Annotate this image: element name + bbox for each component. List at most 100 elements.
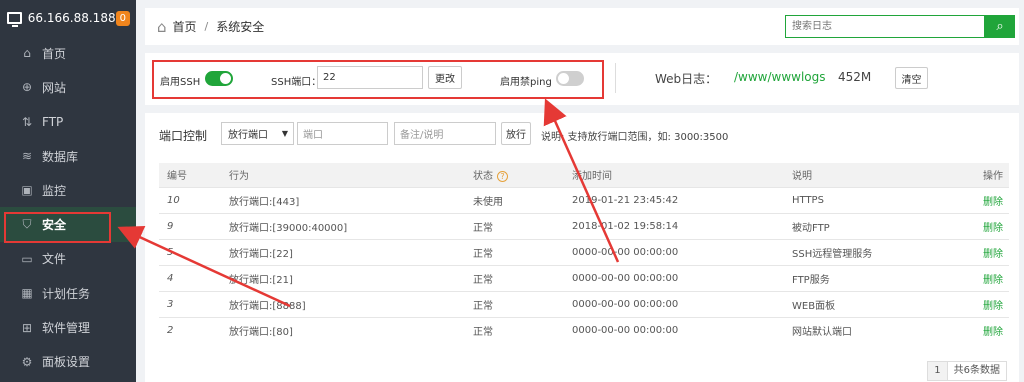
delete-link[interactable]: 删除 (983, 301, 1003, 312)
sidebar-item-label: 网站 (42, 80, 67, 95)
main-content: ⌂ 首页 / 系统安全 ⌕ 启用SSH SSH端口： 22 更改 启用禁ping… (145, 8, 1019, 382)
port-control-title: 端口控制 (159, 129, 208, 143)
ssh-toggle[interactable] (205, 71, 233, 86)
highlight-annotation-security (4, 212, 111, 243)
sidebar-item-label: 文件 (42, 252, 67, 267)
row-time: 0000-00-00 00:00:00 (564, 290, 784, 317)
pagination: 1 共6条数据 (927, 361, 1007, 381)
globe-icon: ⊕ (21, 80, 33, 95)
sidebar-item-folder[interactable]: ▭ 文件 (0, 242, 136, 276)
sidebar-item-home[interactable]: ⌂ 首页 (0, 36, 136, 70)
delete-link[interactable]: 删除 (983, 197, 1003, 208)
row-action: 放行端口:[22] (221, 238, 465, 265)
sidebar-item-label: 首页 (42, 46, 67, 61)
col-status: 状态? (465, 163, 564, 187)
breadcrumb-home[interactable]: 首页 (173, 18, 197, 35)
row-desc: WEB面板 (784, 290, 959, 317)
row-op: 删除 (959, 238, 1009, 265)
note-input[interactable]: 备注/说明 (394, 122, 496, 145)
notification-badge[interactable]: 0 (115, 10, 130, 26)
row-id: 3 (159, 290, 221, 317)
row-status: 正常 (465, 212, 564, 239)
col-desc: 说明 (792, 171, 812, 183)
table-row: 9 放行端口:[39000:40000] 正常 2018-01-02 19:58:14… (159, 212, 1009, 239)
row-status: 正常 (465, 290, 564, 317)
table-row: 4 放行端口:[21] 正常 0000-00-00 00:00:00 FTP服务 删除 (159, 264, 1009, 291)
row-desc: 网站默认端口 (784, 316, 959, 343)
server-header: 66.166.88.188 0 (0, 0, 136, 36)
row-time: 0000-00-00 00:00:00 (564, 316, 784, 343)
row-action: 放行端口:[443] (221, 186, 465, 213)
sidebar-item-label: 软件管理 (42, 321, 91, 336)
ftp-icon: ⇅ (21, 114, 33, 129)
row-time: 2018-01-02 19:58:14 (564, 212, 784, 239)
sidebar-item-calendar[interactable]: ▦ 计划任务 (0, 276, 136, 310)
breadcrumb-current: 系统安全 (216, 20, 265, 34)
sidebar-item-database[interactable]: ≋ 数据库 (0, 139, 136, 173)
sidebar-item-apps[interactable]: ⊞ 软件管理 (0, 310, 136, 344)
row-desc: FTP服务 (784, 264, 959, 291)
delete-link[interactable]: 删除 (983, 327, 1003, 338)
port-hint: 说明: 支持放行端口范围，如: 3000:3500 (541, 132, 729, 143)
weblog-path[interactable]: /www/wwwlogs (734, 70, 826, 84)
row-action: 放行端口:[39000:40000] (221, 212, 465, 239)
col-time: 添加时间 (572, 171, 612, 183)
row-op: 删除 (959, 186, 1009, 213)
page-number[interactable]: 1 (927, 361, 948, 381)
sidebar-item-ftp[interactable]: ⇅ FTP (0, 105, 136, 139)
row-op: 删除 (959, 264, 1009, 291)
table-row: 2 放行端口:[80] 正常 0000-00-00 00:00:00 网站默认端口 删除 (159, 316, 1009, 343)
action-select[interactable]: 放行端口 ▼ (221, 122, 294, 145)
search-icon: ⌕ (996, 19, 1004, 34)
ssh-port-label: SSH端口： (271, 77, 322, 88)
chevron-down-icon: ▼ (281, 129, 288, 138)
delete-link[interactable]: 删除 (983, 275, 1003, 286)
sidebar-item-globe[interactable]: ⊕ 网站 (0, 70, 136, 104)
search-input[interactable] (785, 15, 985, 38)
col-id: 编号 (167, 171, 187, 183)
row-desc: 被动FTP (784, 212, 959, 239)
col-status-label: 状态 (473, 171, 493, 183)
breadcrumb-separator: / (204, 20, 209, 33)
sidebar-item-gear[interactable]: ⚙ 面板设置 (0, 345, 136, 379)
table-row: 5 放行端口:[22] 正常 0000-00-00 00:00:00 SSH远程管理服务… (159, 238, 1009, 265)
allow-port-button[interactable]: 放行 (501, 122, 531, 145)
ssh-panel: 启用SSH SSH端口： 22 更改 启用禁ping Web日志： /www/w… (145, 53, 1019, 105)
sidebar-menu: ⌂ 首页 ⊕ 网站 ⇅ FTP ≋ 数据库 ▣ 监控 ⛉ 安全 ▭ 文件 ▦ 计划任务 ⊞ 软件管理 ⚙ 面板设置 (0, 36, 136, 379)
home-icon: ⌂ (23, 46, 31, 61)
delete-link[interactable]: 删除 (983, 223, 1003, 234)
row-desc: HTTPS (784, 186, 959, 213)
row-op: 删除 (959, 316, 1009, 343)
home-icon[interactable]: ⌂ (157, 18, 167, 36)
table-row: 3 放行端口:[8888] 正常 0000-00-00 00:00:00 WEB面板 删除 (159, 290, 1009, 317)
row-status: 正常 (465, 238, 564, 265)
ssh-enable-label: 启用SSH (160, 77, 201, 88)
row-desc: SSH远程管理服务 (784, 238, 959, 265)
divider (615, 63, 616, 93)
search-button[interactable]: ⌕ (985, 15, 1015, 38)
sidebar-item-monitor[interactable]: ▣ 监控 (0, 173, 136, 207)
row-id: 2 (159, 316, 221, 343)
ssh-port-input[interactable]: 22 (317, 66, 423, 89)
row-id: 4 (159, 264, 221, 291)
sidebar-item-label: 计划任务 (42, 286, 91, 301)
ping-label: 启用禁ping (500, 77, 552, 88)
col-op: 操作 (983, 171, 1003, 183)
row-id: 5 (159, 238, 221, 265)
row-op: 删除 (959, 212, 1009, 239)
table-row: 10 放行端口:[443] 未使用 2019-01-21 23:45:42 HTTPS 删… (159, 186, 1009, 213)
folder-icon: ▭ (21, 251, 33, 266)
row-status: 正常 (465, 264, 564, 291)
row-status: 未使用 (465, 186, 564, 213)
log-search: ⌕ (785, 15, 1015, 38)
clear-logs-button[interactable]: 清空 (895, 67, 928, 89)
port-input[interactable]: 端口 (297, 122, 388, 145)
ping-toggle[interactable] (556, 71, 584, 86)
port-control-panel: 端口控制 放行端口 ▼ 端口 备注/说明 放行 说明: 支持放行端口范围，如: … (145, 113, 1019, 382)
change-port-button[interactable]: 更改 (428, 66, 462, 89)
sidebar-item-label: 面板设置 (42, 355, 91, 370)
help-icon[interactable]: ? (497, 171, 508, 183)
server-ip: 66.166.88.188 (27, 11, 116, 25)
database-icon: ≋ (21, 149, 33, 164)
delete-link[interactable]: 删除 (983, 249, 1003, 260)
